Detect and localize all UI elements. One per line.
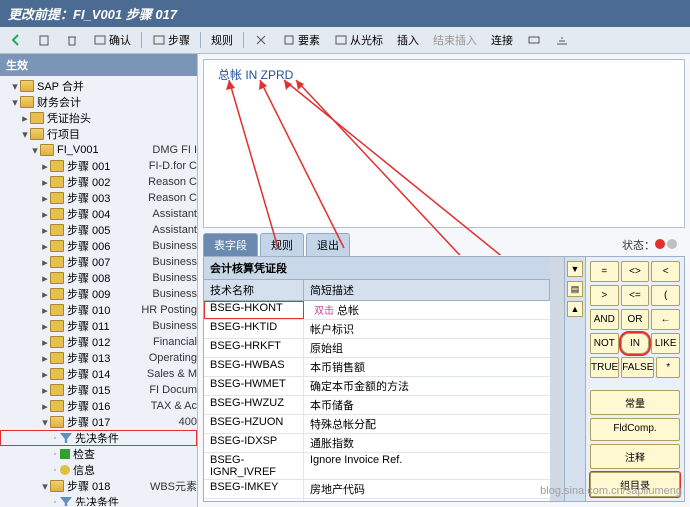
tree-node[interactable]: ▸步骤 011Business	[0, 318, 197, 334]
op-and[interactable]: AND	[590, 309, 619, 330]
watermark: blog.sina.com.cn/sapliumeng	[540, 485, 682, 497]
btn-fldcomp[interactable]: FldComp.	[590, 418, 680, 441]
title-bar: 更改前提：FI_V001 步骤 017	[0, 0, 690, 27]
table-columns: 技术名称 简短描述	[204, 280, 550, 301]
formula-canvas[interactable]: 总帐 IN ZPRD	[203, 59, 685, 228]
btn-comment[interactable]: 注释	[590, 444, 680, 469]
tree-node[interactable]: ▸步骤 014Sales & M	[0, 366, 197, 382]
op-eq[interactable]: =	[590, 261, 619, 282]
table-row[interactable]: BSEG-HWBAS本币销售额	[204, 358, 550, 377]
tool-b-button[interactable]	[551, 31, 573, 49]
cursor-button[interactable]: 从光标	[330, 30, 387, 50]
table-title: 会计核算凭证段	[204, 257, 550, 280]
tree-node[interactable]: ·先决条件	[0, 430, 197, 446]
tree-node[interactable]: ▸步骤 012Financial	[0, 334, 197, 350]
table-row[interactable]: BSEG-HWZUZ本币储备	[204, 396, 550, 415]
tree-header: 生效	[0, 54, 197, 76]
op-true[interactable]: TRUE	[590, 357, 619, 378]
tree-node[interactable]: ▸步骤 003Reason C	[0, 190, 197, 206]
operator-panel: =<>< ><=( ANDOR← NOTINLIKE TRUEFALSE* 常量…	[586, 257, 684, 501]
tree[interactable]: ▾SAP 合并▾财务会计▸凭证抬头▾行项目▾FI_V001DMG FI I▸步骤…	[0, 76, 197, 506]
tree-node[interactable]: ▸凭证抬头	[0, 110, 197, 126]
tree-node[interactable]: ▾SAP 合并	[0, 78, 197, 94]
delete-button[interactable]	[61, 31, 83, 49]
tree-node[interactable]: ▸步骤 015FI Docum	[0, 382, 197, 398]
table-row[interactable]: BSEG-IGNR_IVREFIgnore Invoice Ref.	[204, 453, 550, 480]
table-row[interactable]: BSEG-HWMET确定本币金额的方法	[204, 377, 550, 396]
separator	[243, 32, 244, 48]
back-button[interactable]	[5, 31, 27, 49]
connect-button[interactable]: 连接	[487, 30, 517, 50]
tree-node[interactable]: ▾步骤 018WBS元素	[0, 478, 197, 494]
copy-button[interactable]	[33, 31, 55, 49]
field-table: 会计核算凭证段 技术名称 简短描述 BSEG-HKONT双击 总帐BSEG-HK…	[204, 257, 550, 501]
tree-panel: 生效 ▾SAP 合并▾财务会计▸凭证抬头▾行项目▾FI_V001DMG FI I…	[0, 54, 198, 507]
tree-node[interactable]: ·检查	[0, 446, 197, 462]
tree-node[interactable]: ·先决条件	[0, 494, 197, 506]
op-le[interactable]: <=	[621, 285, 650, 306]
tree-node[interactable]: ▸步骤 008Business	[0, 270, 197, 286]
op-star[interactable]: *	[656, 357, 680, 378]
op-ne[interactable]: <>	[621, 261, 650, 282]
sort-icon[interactable]: ▲	[567, 301, 583, 317]
op-like[interactable]: LIKE	[651, 333, 680, 354]
separator	[200, 32, 201, 48]
table-row[interactable]: BSEG-IMKEY房地产代码	[204, 480, 550, 499]
table-row[interactable]: BSEG-HKTID帐户标识	[204, 320, 550, 339]
filter-icon[interactable]: ▼	[567, 261, 583, 277]
tree-node[interactable]: ▸步骤 010HR Posting	[0, 302, 197, 318]
tree-node[interactable]: ▸步骤 006Business	[0, 238, 197, 254]
step-button[interactable]: 步骤	[148, 30, 194, 50]
table-body[interactable]: BSEG-HKONT双击 总帐BSEG-HKTID帐户标识BSEG-HRKFT原…	[204, 301, 550, 501]
element-button[interactable]: 要素	[278, 30, 324, 50]
tree-node[interactable]: ▸步骤 016TAX & Ac	[0, 398, 197, 414]
op-lt[interactable]: <	[651, 261, 680, 282]
tree-node[interactable]: ▾财务会计	[0, 94, 197, 110]
tree-node[interactable]: ▾步骤 017400	[0, 414, 197, 430]
cut-button[interactable]	[250, 31, 272, 49]
tool-a-button[interactable]	[523, 31, 545, 49]
op-false[interactable]: FALSE	[621, 357, 654, 378]
table-row[interactable]: BSEG-HZUON特殊总帐分配	[204, 415, 550, 434]
action-column: ▼ ▤ ▲	[564, 257, 586, 501]
btn-const[interactable]: 常量	[590, 390, 680, 415]
tree-node[interactable]: ▸步骤 013Operating	[0, 350, 197, 366]
op-or[interactable]: OR	[621, 309, 650, 330]
rule-button[interactable]: 规则	[207, 30, 237, 50]
table-row[interactable]: BSEG-HRKFT原始组	[204, 339, 550, 358]
op-in[interactable]: IN	[621, 333, 650, 354]
scrollbar[interactable]	[550, 257, 564, 501]
toolbar: 确认 步骤 规则 要素 从光标 插入 结束插入 连接	[0, 27, 690, 54]
insert-button[interactable]: 插入	[393, 30, 423, 50]
conn-insert-button[interactable]: 结束插入	[429, 30, 481, 50]
confirm-button[interactable]: 确认	[89, 30, 135, 50]
table-row[interactable]: BSEG-HKONT双击 总帐	[204, 301, 550, 320]
op-rparen[interactable]: ←	[651, 309, 680, 330]
tree-node[interactable]: ▸步骤 004Assistant	[0, 206, 197, 222]
op-lparen[interactable]: (	[651, 285, 680, 306]
col-desc[interactable]: 简短描述	[304, 280, 550, 300]
tree-node[interactable]: ▸步骤 005Assistant	[0, 222, 197, 238]
table-row[interactable]: BSEG-IDXSP通胀指数	[204, 434, 550, 453]
tree-node[interactable]: ▸步骤 007Business	[0, 254, 197, 270]
op-not[interactable]: NOT	[590, 333, 619, 354]
separator	[141, 32, 142, 48]
tree-node[interactable]: ·信息	[0, 462, 197, 478]
tree-node[interactable]: ▸步骤 009Business	[0, 286, 197, 302]
tree-node[interactable]: ▾FI_V001DMG FI I	[0, 142, 197, 158]
col-tech-name[interactable]: 技术名称	[204, 280, 304, 300]
tree-node[interactable]: ▸步骤 002Reason C	[0, 174, 197, 190]
op-gt[interactable]: >	[590, 285, 619, 306]
tree-node[interactable]: ▸步骤 001FI-D.for C	[0, 158, 197, 174]
tree-node[interactable]: ▾行项目	[0, 126, 197, 142]
insert-row-icon[interactable]: ▤	[567, 281, 583, 297]
